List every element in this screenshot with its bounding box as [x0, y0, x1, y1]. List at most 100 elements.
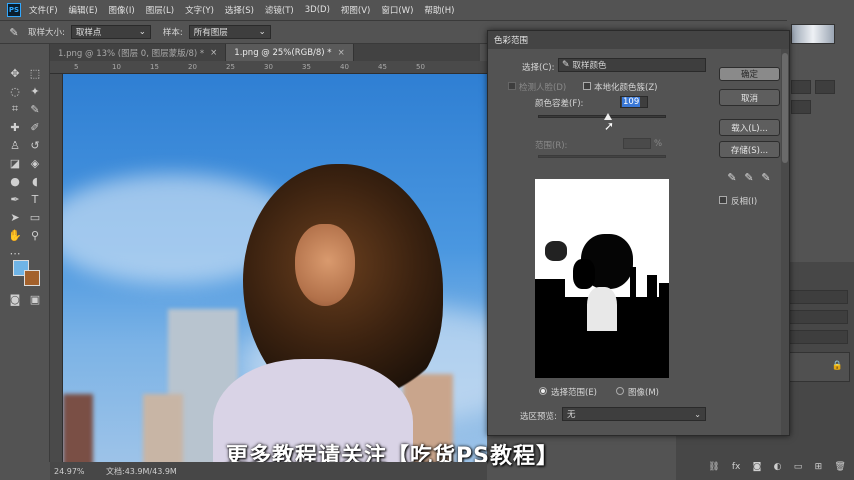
menu-3d[interactable]: 3D(D) — [305, 5, 330, 15]
magic-wand-icon[interactable]: ✦ — [26, 82, 44, 100]
lasso-tool-icon[interactable]: ◌ — [6, 82, 24, 100]
trash-icon[interactable]: 🗑 — [834, 462, 845, 476]
layers-panel-footer: ⛓ fx ◙ ◐ ▭ ⊞ 🗑 — [702, 462, 852, 476]
sample-size-select[interactable]: 取样点 ⌄ — [70, 25, 151, 39]
eyedropper-icon: ✎ — [562, 60, 570, 70]
menu-filter[interactable]: 滤镜(T) — [265, 4, 294, 16]
tab-document-1[interactable]: 1.png @ 13% (图层 0, 图层蒙版/8) * × — [50, 44, 227, 61]
fx-icon[interactable]: fx — [732, 462, 741, 476]
detect-faces-checkbox[interactable] — [508, 82, 516, 90]
zoom-level[interactable]: 24.97% — [54, 467, 106, 476]
fuzziness-input[interactable]: 109 — [620, 96, 648, 108]
layer-row[interactable]: 🔒 — [788, 352, 850, 382]
zoom-tool-icon[interactable]: ⚲ — [26, 226, 44, 244]
mask-dark-area — [647, 275, 657, 301]
link-layers-icon[interactable]: ⛓ — [708, 462, 719, 476]
panel-field[interactable] — [788, 290, 848, 304]
panel-field[interactable] — [788, 310, 848, 324]
select-dropdown[interactable]: ✎ 取样颜色 — [558, 58, 706, 72]
save-button[interactable]: 存储(S)... — [719, 141, 780, 158]
menu-type[interactable]: 文字(Y) — [185, 4, 214, 16]
panel-control[interactable] — [815, 80, 835, 94]
sample-value: 所有图层 — [193, 28, 228, 38]
face-shape — [295, 224, 355, 306]
blur-tool-icon[interactable]: ● — [6, 172, 24, 190]
sample-size-label: 取样大小: — [28, 28, 65, 38]
type-tool-icon[interactable]: T — [26, 190, 44, 208]
menu-file[interactable]: 文件(F) — [29, 4, 58, 16]
dialog-scrollbar[interactable] — [781, 49, 789, 435]
photoshop-logo-icon[interactable]: PS — [7, 3, 21, 17]
load-button[interactable]: 载入(L)... — [719, 119, 780, 136]
menu-select[interactable]: 选择(S) — [225, 4, 254, 16]
eyedropper-icon[interactable]: ✎ — [0, 26, 28, 39]
path-select-icon[interactable]: ➤ — [6, 208, 24, 226]
eyedropper-icon[interactable]: ✎ — [725, 170, 739, 184]
paint-bucket-icon[interactable]: ◈ — [26, 154, 44, 172]
ruler-vertical — [50, 74, 63, 462]
panel-field[interactable] — [788, 330, 848, 344]
building-shape — [143, 394, 183, 462]
document-canvas[interactable] — [63, 74, 487, 462]
dialog-title[interactable]: 色彩范围 — [488, 31, 789, 49]
fuzziness-slider[interactable] — [538, 115, 666, 118]
scrollbar-thumb[interactable] — [782, 53, 788, 163]
adjustment-layer-icon[interactable]: ◐ — [774, 462, 782, 476]
mask-dark-area — [545, 241, 567, 261]
menu-help[interactable]: 帮助(H) — [424, 4, 454, 16]
healing-brush-icon[interactable]: ✚ — [6, 118, 24, 136]
eraser-tool-icon[interactable]: ◪ — [6, 154, 24, 172]
tab-label: 1.png @ 25%(RGB/8) * — [234, 47, 332, 58]
close-icon[interactable]: × — [338, 48, 345, 58]
crop-tool-icon[interactable]: ⌗ — [6, 100, 24, 118]
menu-window[interactable]: 窗口(W) — [381, 4, 413, 16]
document-size: 文档:43.9M/43.9M — [106, 466, 177, 476]
range-slider[interactable] — [538, 155, 666, 158]
preview-select[interactable]: 无 ⌄ — [562, 407, 706, 421]
cancel-button[interactable]: 取消 — [719, 89, 780, 106]
tab-document-2[interactable]: 1.png @ 25%(RGB/8) * × — [226, 44, 354, 61]
tools-panel: ✥ ⬚ ◌ ✦ ⌗ ✎ ✚ ✐ ♙ ↺ ◪ ◈ ● ◖ ✒ T ➤ ▭ ✋ ⚲ … — [0, 44, 50, 462]
panel-control[interactable] — [791, 80, 811, 94]
brush-tool-icon[interactable]: ✐ — [26, 118, 44, 136]
close-icon[interactable]: × — [210, 48, 217, 58]
lock-icon: 🔒 — [831, 361, 843, 371]
menu-image[interactable]: 图像(I) — [109, 4, 135, 16]
marquee-tool-icon[interactable]: ⬚ — [26, 64, 44, 82]
eyedropper-subtract-icon[interactable]: ✎ — [759, 170, 773, 184]
history-brush-icon[interactable]: ↺ — [26, 136, 44, 154]
menu-edit[interactable]: 编辑(E) — [69, 4, 98, 16]
range-input[interactable] — [623, 138, 651, 149]
localized-clusters-checkbox[interactable] — [583, 82, 591, 90]
image-radio[interactable] — [616, 387, 624, 395]
background-color-swatch[interactable] — [24, 270, 40, 286]
pen-tool-icon[interactable]: ✒ — [6, 190, 24, 208]
add-mask-icon[interactable]: ◙ — [753, 462, 762, 476]
selection-preview[interactable] — [535, 179, 669, 378]
eyedropper-add-icon[interactable]: ✎ — [742, 170, 756, 184]
ruler-tick: 40 — [340, 63, 349, 71]
building-shape — [63, 394, 93, 462]
sample-select[interactable]: 所有图层 ⌄ — [188, 25, 271, 39]
clone-stamp-icon[interactable]: ♙ — [6, 136, 24, 154]
menu-view[interactable]: 视图(V) — [341, 4, 370, 16]
dodge-tool-icon[interactable]: ◖ — [26, 172, 44, 190]
ok-button[interactable]: 确定 — [719, 67, 780, 81]
ruler-tick: 25 — [226, 63, 235, 71]
selection-radio[interactable] — [539, 387, 547, 395]
hand-tool-icon[interactable]: ✋ — [6, 226, 24, 244]
group-folder-icon[interactable]: ▭ — [794, 462, 803, 476]
menu-layer[interactable]: 图层(L) — [146, 4, 174, 16]
ruler-tick: 10 — [112, 63, 121, 71]
invert-checkbox[interactable] — [719, 196, 727, 204]
move-tool-icon[interactable]: ✥ — [6, 64, 24, 82]
screen-mode-icon[interactable]: ▣ — [26, 290, 44, 308]
image-radio-label: 图像(M) — [628, 388, 659, 398]
quick-mask-icon[interactable]: ◙ — [6, 290, 24, 308]
eyedropper-tool-icon[interactable]: ✎ — [26, 100, 44, 118]
new-layer-icon[interactable]: ⊞ — [815, 462, 823, 476]
color-range-dialog: 色彩范围 选择(C): ✎ 取样颜色 检测人脸(D) 本地化颜色簇(Z) 颜色容… — [487, 30, 790, 436]
shape-tool-icon[interactable]: ▭ — [26, 208, 44, 226]
panel-control[interactable] — [791, 100, 811, 114]
ruler-tick: 5 — [74, 63, 79, 71]
